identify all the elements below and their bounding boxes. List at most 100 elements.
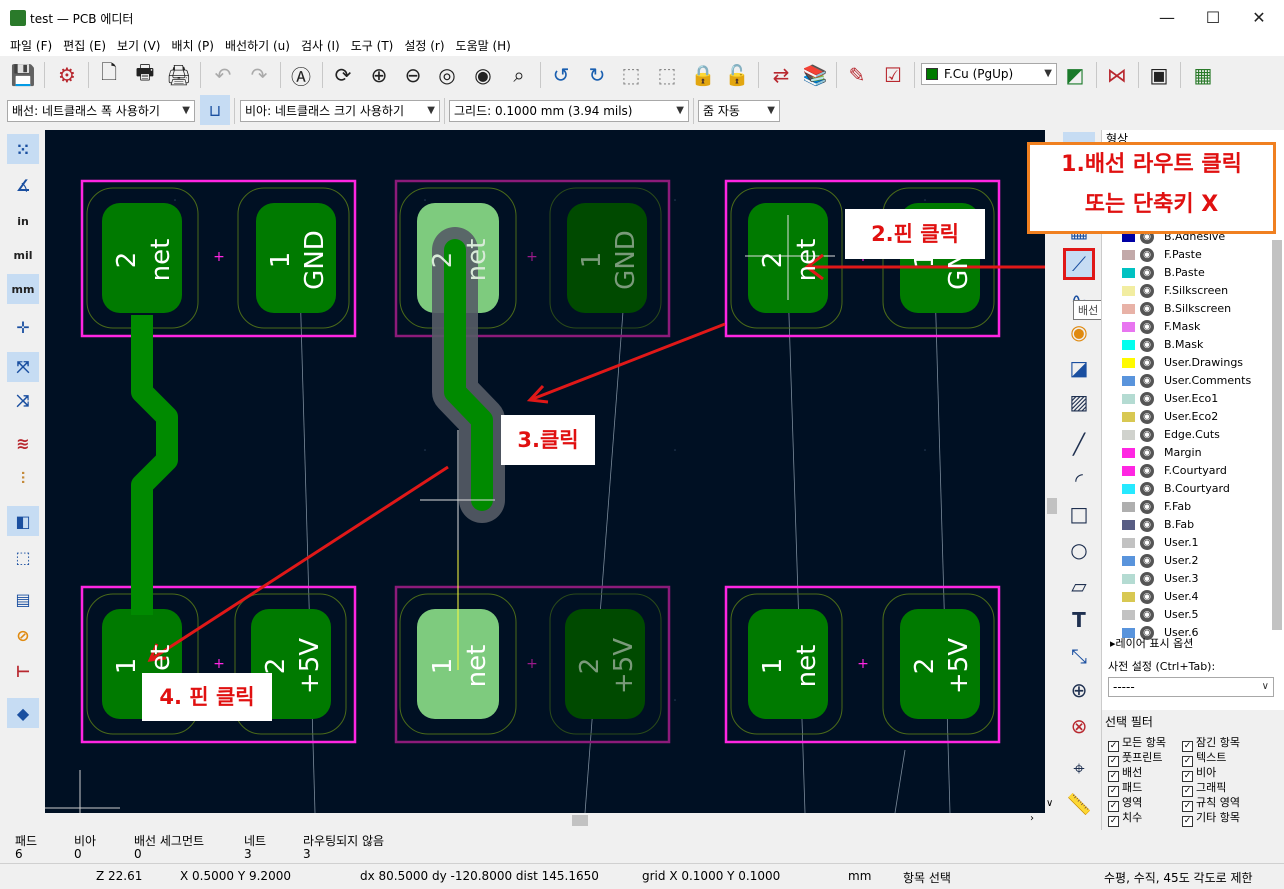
add-dimension-icon[interactable]: ⤡	[1063, 640, 1095, 672]
scroll-right-arrow[interactable]: ›	[1030, 813, 1034, 824]
layers-manager-icon[interactable]: ◆	[7, 698, 39, 728]
via-size-select[interactable]: 비아: 네트클래스 크기 사용하기 ▼	[240, 100, 440, 122]
eye-icon[interactable]: ◉	[1140, 374, 1154, 388]
eye-icon[interactable]: ◉	[1140, 572, 1154, 586]
eye-icon[interactable]: ◉	[1140, 554, 1154, 568]
layer-pair-icon[interactable]: ◩	[1060, 60, 1090, 90]
rule-area-icon[interactable]: ▨	[1063, 386, 1095, 418]
menu-view[interactable]: 보기 (V)	[111, 37, 165, 55]
ratsnest-icon[interactable]: ⤧	[7, 352, 39, 382]
add-text-icon[interactable]: T	[1063, 604, 1095, 636]
net-inspector-icon[interactable]: ⋈	[1102, 60, 1132, 90]
scroll-thumb[interactable]	[572, 815, 588, 826]
eye-icon[interactable]: ◉	[1140, 464, 1154, 478]
layer-display-options[interactable]: ▸레이어 표시 옵션	[1110, 635, 1193, 651]
eye-icon[interactable]: ◉	[1140, 518, 1154, 532]
netlist-update-icon[interactable]: ⇄	[766, 60, 796, 90]
library-browser-icon[interactable]: 📚	[800, 60, 830, 90]
layer-row[interactable]: ◉ B.Paste	[1108, 264, 1268, 282]
layer-select[interactable]: F.Cu (PgUp) ▼	[921, 63, 1057, 85]
layer-row[interactable]: ◉ F.Mask	[1108, 318, 1268, 336]
draw-polygon-icon[interactable]: ▱	[1063, 570, 1095, 602]
layer-row[interactable]: ◉ B.Silkscreen	[1108, 300, 1268, 318]
unlock-icon[interactable]: 🔓	[722, 60, 752, 90]
drc-marker-icon[interactable]: ⊢	[7, 656, 39, 686]
layer-color-swatch[interactable]	[1122, 556, 1135, 566]
maximize-button[interactable]: ☐	[1190, 0, 1236, 36]
checkbox-checked-icon[interactable]: ✓	[1108, 816, 1119, 827]
layer-color-swatch[interactable]	[1122, 376, 1135, 386]
layer-row[interactable]: ◉ F.Fab	[1108, 498, 1268, 516]
filter-checkbox[interactable]: ✓ 규칙 영역	[1182, 796, 1240, 812]
close-button[interactable]: ✕	[1236, 0, 1282, 36]
redo-icon[interactable]: ↷	[244, 60, 274, 90]
ungroup-icon[interactable]: ⬚	[652, 60, 682, 90]
menu-route[interactable]: 배선하기 (u)	[219, 37, 295, 55]
filter-checkbox[interactable]: ✓ 치수	[1108, 811, 1142, 827]
layer-row[interactable]: ◉ F.Courtyard	[1108, 462, 1268, 480]
filter-checkbox[interactable]: ✓ 영역	[1108, 796, 1142, 812]
eye-icon[interactable]: ◉	[1140, 536, 1154, 550]
filter-checkbox[interactable]: ✓ 기타 항목	[1182, 811, 1240, 827]
layer-color-swatch[interactable]	[1122, 538, 1135, 548]
layer-color-swatch[interactable]	[1122, 340, 1135, 350]
pcb-canvas[interactable]: + + + + + +	[45, 130, 1045, 813]
rotate-ccw-icon[interactable]: ↺	[546, 60, 576, 90]
preset-select[interactable]: ----- ∨	[1108, 677, 1274, 697]
eye-icon[interactable]: ◉	[1140, 248, 1154, 262]
menu-help[interactable]: 도움말 (H)	[450, 37, 516, 55]
filter-checkbox[interactable]: ✓ 비아	[1182, 766, 1216, 782]
layer-color-swatch[interactable]	[1122, 466, 1135, 476]
eye-icon[interactable]: ◉	[1140, 356, 1154, 370]
grid-origin-icon[interactable]: ⌖	[1063, 752, 1095, 784]
layer-row[interactable]: ◉ F.Paste	[1108, 246, 1268, 264]
draw-circle-icon[interactable]: ○	[1063, 534, 1095, 566]
zoom-objects-icon[interactable]: ◉	[468, 60, 498, 90]
filter-checkbox[interactable]: ✓ 텍스트	[1182, 751, 1226, 767]
add-via-icon[interactable]: ◉	[1063, 316, 1095, 348]
checkbox-checked-icon[interactable]: ✓	[1182, 816, 1193, 827]
layer-color-swatch[interactable]	[1122, 268, 1135, 278]
board-setup-icon[interactable]: ⚙	[52, 60, 82, 90]
lock-icon[interactable]: 🔒	[688, 60, 718, 90]
units-mm-button[interactable]: mm	[7, 274, 39, 304]
menu-edit[interactable]: 편집 (E)	[57, 37, 111, 55]
scroll-thumb[interactable]	[1047, 498, 1057, 514]
layer-color-swatch[interactable]	[1122, 286, 1135, 296]
scripting-console-icon[interactable]: ▣	[1144, 60, 1174, 90]
zone-display-icon[interactable]: ≋	[7, 428, 39, 458]
find-icon[interactable]: Ⓐ	[286, 60, 316, 90]
menu-place[interactable]: 배치 (P)	[165, 37, 219, 55]
layer-color-swatch[interactable]	[1122, 304, 1135, 314]
auto-track-width-icon[interactable]: ⊔	[200, 95, 230, 125]
rotate-cw-icon[interactable]: ↻	[582, 60, 612, 90]
net-highlight-icon[interactable]: ⊘	[7, 620, 39, 650]
horizontal-scrollbar[interactable]: ›	[45, 813, 1045, 829]
layer-row[interactable]: ◉ User.1	[1108, 534, 1268, 552]
print-icon[interactable]: 🖶	[130, 60, 160, 90]
layer-row[interactable]: ◉ B.Fab	[1108, 516, 1268, 534]
layer-row[interactable]: ◉ User.Eco1	[1108, 390, 1268, 408]
track-segment[interactable]	[131, 315, 178, 615]
menu-inspect[interactable]: 검사 (I)	[295, 37, 345, 55]
track-width-select[interactable]: 배선: 네트클래스 폭 사용하기 ▼	[7, 100, 195, 122]
measure-icon[interactable]: 📏	[1063, 788, 1095, 820]
plot-icon[interactable]: 🖨	[164, 60, 194, 90]
draw-arc-icon[interactable]: ◜	[1063, 464, 1095, 496]
eye-icon[interactable]: ◉	[1140, 338, 1154, 352]
eye-icon[interactable]: ◉	[1140, 302, 1154, 316]
pad-display-icon[interactable]: ⫶	[7, 464, 39, 494]
layer-color-swatch[interactable]	[1122, 430, 1135, 440]
eye-icon[interactable]: ◉	[1140, 482, 1154, 496]
zoom-in-icon[interactable]: ⊕	[364, 60, 394, 90]
menu-tools[interactable]: 도구 (T)	[345, 37, 399, 55]
minimize-button[interactable]: —	[1144, 0, 1190, 36]
add-zone-icon[interactable]: ◪	[1063, 352, 1095, 384]
layer-color-swatch[interactable]	[1122, 250, 1135, 260]
group-icon[interactable]: ⬚	[616, 60, 646, 90]
units-inch-button[interactable]: in	[7, 206, 39, 236]
eye-icon[interactable]: ◉	[1140, 428, 1154, 442]
high-contrast-icon[interactable]: ▤	[7, 584, 39, 614]
grid-select[interactable]: 그리드: 0.1000 mm (3.94 mils) ▼	[449, 100, 689, 122]
drc-icon[interactable]: ☑	[878, 60, 908, 90]
